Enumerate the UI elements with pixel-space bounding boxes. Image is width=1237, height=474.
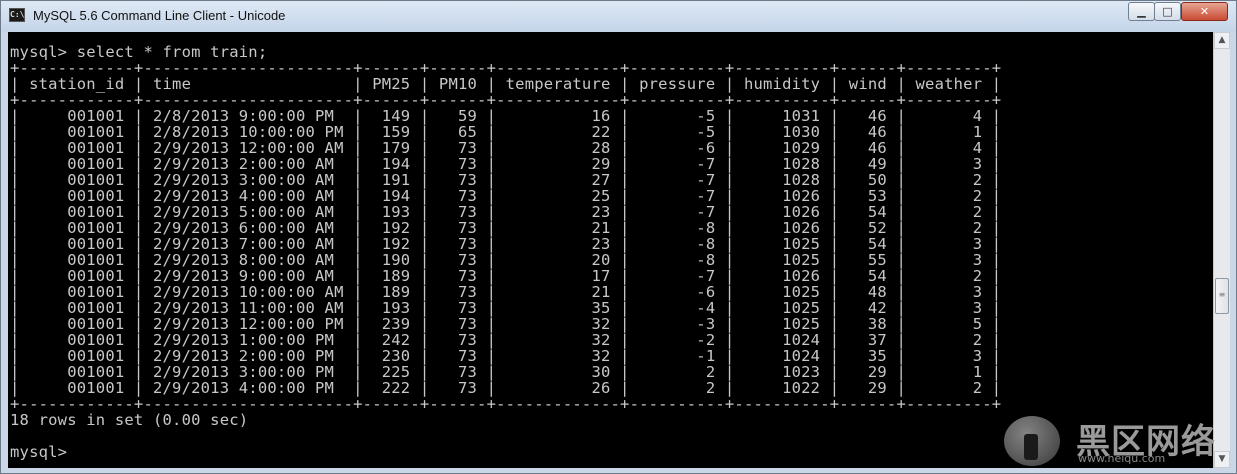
console-text: mysql> select * from train; +-----------… [10,43,1002,461]
close-button[interactable]: ✕ [1181,2,1228,21]
title-bar[interactable]: C:\ MySQL 5.6 Command Line Client - Unic… [1,1,1236,32]
mysql-console-icon[interactable]: C:\ [9,8,25,22]
console-output-area[interactable]: mysql> select * from train; +-----------… [8,32,1213,468]
scroll-up-button[interactable]: ▲ [1214,32,1230,49]
watermark-logo-icon [1004,416,1060,466]
window-title: MySQL 5.6 Command Line Client - Unicode [33,8,286,23]
maximize-button[interactable]: □ [1154,2,1181,21]
console-window: C:\ MySQL 5.6 Command Line Client - Unic… [0,0,1237,474]
site-watermark: 黑区网络 www.heiqu.com [1000,412,1228,470]
minimize-button[interactable]: ▁ [1128,2,1155,21]
watermark-url: www.heiqu.com [1078,452,1166,465]
vertical-scrollbar[interactable]: ▲ ≡ ▼ [1213,32,1230,468]
scroll-thumb[interactable]: ≡ [1215,278,1229,314]
